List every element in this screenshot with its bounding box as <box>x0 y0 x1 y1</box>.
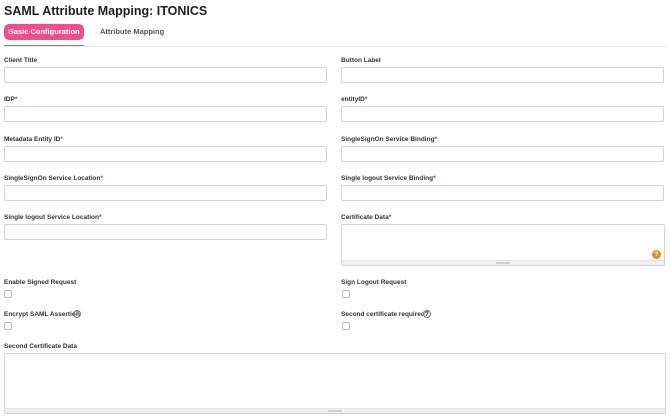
second-certificate-data-field <box>4 353 666 414</box>
encrypt-saml-assertion-checkbox[interactable] <box>4 322 12 330</box>
sso-service-binding-label-text: SingleSignOn Service Binding <box>341 136 435 143</box>
idp-label-text: IDP <box>4 96 15 103</box>
tab-basic-configuration[interactable]: Basic Configuration <box>4 24 84 40</box>
entity-id-label-text: entityID <box>341 96 365 103</box>
required-marker: * <box>434 136 438 143</box>
slo-service-binding-label-text: Single logout Service Binding <box>341 175 434 182</box>
required-marker: * <box>388 214 392 221</box>
sso-service-binding-label: SingleSignOn Service Binding* <box>341 136 437 143</box>
entity-id-label: entityID* <box>341 96 367 103</box>
slo-service-location-input[interactable] <box>4 224 327 240</box>
client-title-label-text: Client Title <box>4 57 38 64</box>
second-certificate-required-label: Second certificate required? <box>341 311 429 318</box>
slo-service-location-label: Single logout Service Location* <box>4 214 102 221</box>
metadata-entity-id-label-text: Metadata Entity ID <box>4 136 61 143</box>
resize-handle[interactable] <box>342 260 664 265</box>
info-icon[interactable]: ? <box>423 310 431 318</box>
enable-signed-request-checkbox[interactable] <box>4 290 12 298</box>
sso-service-location-label-text: SingleSignOn Service Location <box>4 175 101 182</box>
metadata-entity-id-input[interactable] <box>4 146 327 162</box>
button-label-label-text: Button Label <box>341 57 381 64</box>
resize-grip-icon <box>496 262 510 264</box>
sign-logout-request-checkbox[interactable] <box>342 290 350 298</box>
certificate-data-label-text: Certificate Data <box>341 214 389 221</box>
required-marker: * <box>100 175 103 182</box>
certificate-data-field <box>341 224 665 266</box>
button-label-label: Button Label <box>341 57 381 64</box>
client-title-input[interactable] <box>4 67 327 83</box>
sso-service-binding-input[interactable] <box>341 146 664 162</box>
metadata-entity-id-label: Metadata Entity ID* <box>4 136 63 143</box>
certificate-data-textarea[interactable] <box>342 225 664 265</box>
encrypt-saml-assertion-label: Encrypt SAML Assertion <box>4 311 80 318</box>
resize-handle[interactable] <box>5 408 665 413</box>
required-marker: * <box>14 96 18 103</box>
slo-service-binding-label: Single logout Service Binding* <box>341 175 436 182</box>
tabs-divider <box>4 45 666 47</box>
sso-service-location-input[interactable] <box>4 185 327 201</box>
required-marker: * <box>60 136 63 143</box>
tab-attribute-mapping[interactable]: Attribute Mapping <box>100 24 164 40</box>
sign-logout-request-label: Sign Logout Request <box>341 279 407 286</box>
second-certificate-required-checkbox[interactable] <box>342 322 350 330</box>
required-marker: * <box>99 214 102 221</box>
certificate-data-label: Certificate Data* <box>341 214 391 221</box>
button-label-input[interactable] <box>341 67 664 83</box>
help-icon[interactable]: ? <box>652 250 661 259</box>
second-certificate-data-label: Second Certificate Data <box>4 343 77 350</box>
enable-signed-request-label: Enable Signed Request <box>4 279 77 286</box>
second-certificate-data-textarea[interactable] <box>5 354 665 413</box>
idp-label: IDP* <box>4 96 17 103</box>
resize-grip-icon <box>328 410 342 412</box>
client-title-label: Client Title <box>4 57 37 64</box>
page-title: SAML Attribute Mapping: ITONICS <box>4 4 208 18</box>
slo-service-binding-input[interactable] <box>341 185 664 201</box>
required-marker: * <box>433 175 436 182</box>
info-icon[interactable]: ? <box>73 310 81 318</box>
required-marker: * <box>364 96 368 103</box>
entity-id-input[interactable] <box>341 106 664 122</box>
tab-bar: Basic Configuration Attribute Mapping <box>4 24 666 47</box>
slo-service-location-label-text: Single logout Service Location <box>4 214 99 221</box>
sso-service-location-label: SingleSignOn Service Location* <box>4 175 103 182</box>
idp-input[interactable] <box>4 106 327 122</box>
